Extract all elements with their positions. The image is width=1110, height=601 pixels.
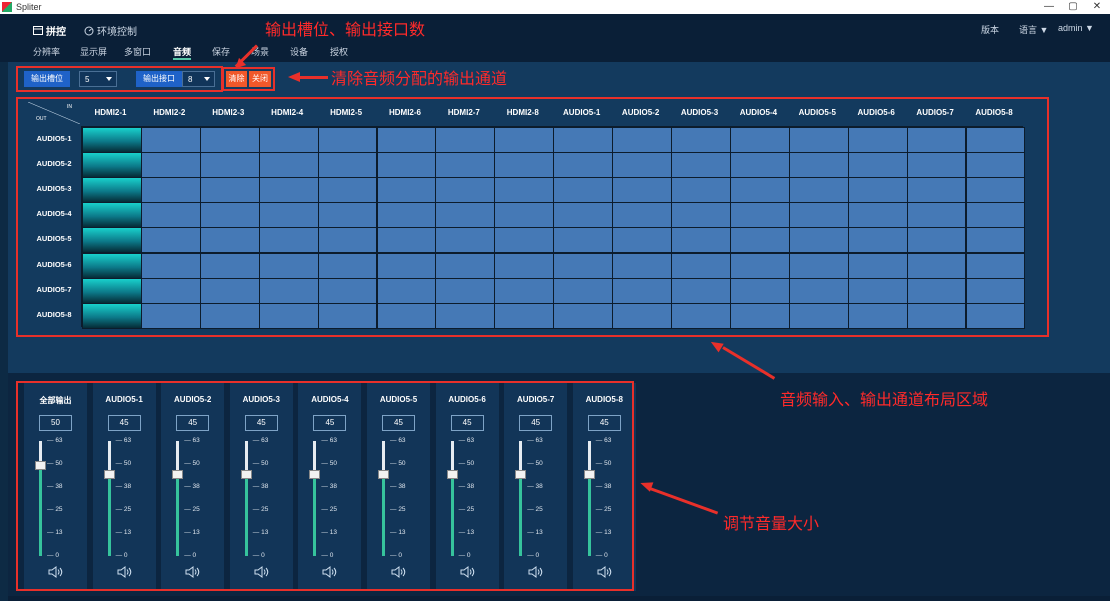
close-window-button[interactable]: ✕ [1086,0,1108,14]
annotation-box-matrix [16,97,1049,337]
language-label: 语言 [1019,25,1038,35]
subnav-audio[interactable]: 音频 [173,46,192,60]
user-menu[interactable]: admin ▼ [1058,23,1094,33]
window-title-bar: Spliter — ▢ ✕ [0,0,1110,14]
subnav-license[interactable]: 授权 [330,46,348,60]
subnav-device[interactable]: 设备 [290,46,308,60]
chevron-down-icon: ▼ [1085,23,1094,33]
arrow-clear-head [288,72,300,82]
annotation-clear: 清除音频分配的输出通道 [331,71,508,88]
user-label: admin [1058,23,1083,33]
tab-environment-control[interactable]: 环境控制 [84,23,137,38]
minimize-button[interactable]: — [1038,0,1060,14]
subnav-display[interactable]: 显示屏 [80,46,107,60]
arrow-clear [298,76,328,79]
annotation-box-volume [16,381,634,591]
annotation-volume: 调节音量大小 [723,516,820,533]
gauge-icon [84,26,94,35]
bottom-bar [8,596,1110,601]
maximize-button[interactable]: ▢ [1062,0,1084,14]
subnav-save[interactable]: 保存 [212,46,230,60]
subnav-multiwindow[interactable]: 多窗口 [124,46,151,60]
version-link[interactable]: 版本 [981,23,999,36]
tab-environment-control-label: 环境控制 [97,27,137,38]
app-logo-icon [2,2,12,12]
app-header: 拼控 环境控制 版本 语言 ▼ admin ▼ [0,14,1110,46]
annotation-matrix: 音频输入、输出通道布局区域 [780,392,989,409]
annotation-box-clear [222,67,275,91]
window-title: Spliter [16,2,42,12]
tab-splice-control-label: 拼控 [46,27,66,38]
sub-navigation: 分辨率 显示屏 多窗口 音频 保存 场景 设备 授权 [0,46,1110,62]
tab-splice-control[interactable]: 拼控 [33,23,66,38]
language-dropdown[interactable]: 语言 ▼ [1019,23,1048,36]
subnav-resolution[interactable]: 分辨率 [33,46,60,60]
annotation-top: 输出槽位、输出接口数 [265,22,426,39]
screen-icon [33,26,43,35]
chevron-down-icon: ▼ [1039,25,1049,35]
annotation-box-toolbar [16,66,223,92]
